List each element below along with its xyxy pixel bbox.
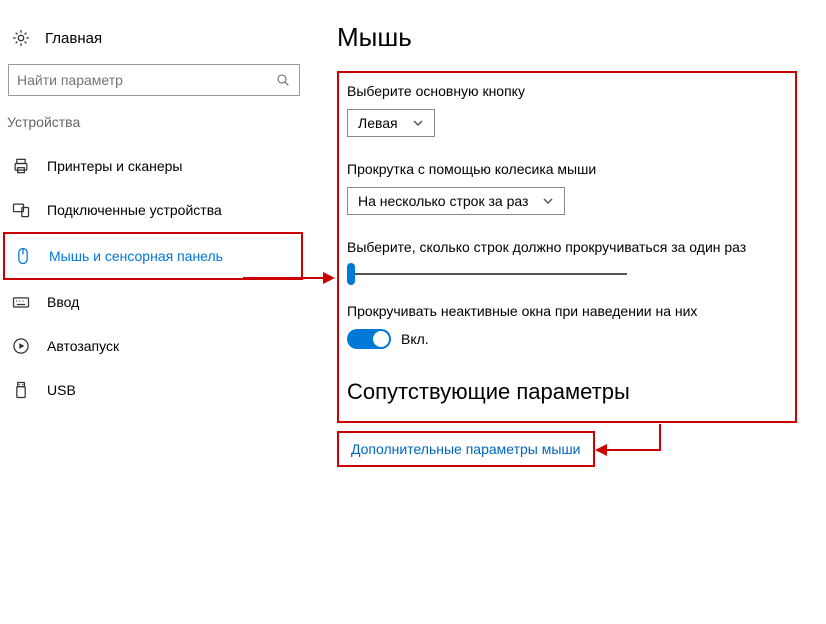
- section-heading: Устройства: [3, 114, 303, 144]
- gear-icon: [11, 28, 31, 48]
- sidebar-item-connected[interactable]: Подключенные устройства: [3, 188, 303, 232]
- additional-mouse-link[interactable]: Дополнительные параметры мыши: [351, 441, 581, 457]
- sidebar-item-label: Подключенные устройства: [47, 202, 222, 218]
- devices-icon: [11, 200, 31, 220]
- toggle-state-label: Вкл.: [401, 331, 429, 347]
- inactive-toggle[interactable]: [347, 329, 391, 349]
- lines-label: Выберите, сколько строк должно прокручив…: [347, 239, 787, 255]
- sidebar-item-autoplay[interactable]: Автозапуск: [3, 324, 303, 368]
- printer-icon: [11, 156, 31, 176]
- primary-button-dropdown[interactable]: Левая: [347, 109, 435, 137]
- slider-thumb[interactable]: [347, 263, 355, 285]
- search-input[interactable]: [17, 72, 275, 88]
- chevron-down-icon: [412, 117, 424, 129]
- scroll-label: Прокрутка с помощью колесика мыши: [347, 161, 787, 177]
- scroll-dropdown[interactable]: На несколько строк за раз: [347, 187, 565, 215]
- annotation-highlight-link: Дополнительные параметры мыши: [337, 431, 595, 467]
- mouse-icon: [13, 246, 33, 266]
- toggle-knob: [373, 331, 389, 347]
- chevron-down-icon: [542, 195, 554, 207]
- sidebar-item-label: Принтеры и сканеры: [47, 158, 182, 174]
- sidebar-item-label: Автозапуск: [47, 338, 119, 354]
- inactive-label: Прокручивать неактивные окна при наведен…: [347, 303, 787, 319]
- search-input-container[interactable]: [8, 64, 300, 96]
- home-label: Главная: [45, 30, 102, 47]
- home-nav[interactable]: Главная: [3, 20, 303, 64]
- keyboard-icon: [11, 292, 31, 312]
- sidebar-item-label: Мышь и сенсорная панель: [49, 248, 223, 264]
- primary-button-label: Выберите основную кнопку: [347, 83, 787, 99]
- usb-icon: [11, 380, 31, 400]
- sidebar-item-label: Ввод: [47, 294, 79, 310]
- sidebar: Главная Устройства Принтеры и сканеры По…: [3, 20, 303, 412]
- slider-track-line: [347, 273, 627, 275]
- main-panel: Мышь Выберите основную кнопку Левая Прок…: [337, 22, 797, 467]
- page-title: Мышь: [337, 22, 797, 53]
- lines-slider[interactable]: [347, 265, 627, 283]
- related-heading: Сопутствующие параметры: [347, 379, 787, 405]
- sidebar-item-label: USB: [47, 382, 76, 398]
- sidebar-item-usb[interactable]: USB: [3, 368, 303, 412]
- annotation-highlight-main: Выберите основную кнопку Левая Прокрутка…: [337, 71, 797, 423]
- sidebar-item-printers[interactable]: Принтеры и сканеры: [3, 144, 303, 188]
- dropdown-value: Левая: [358, 115, 398, 131]
- dropdown-value: На несколько строк за раз: [358, 193, 528, 209]
- sidebar-item-typing[interactable]: Ввод: [3, 280, 303, 324]
- sidebar-item-mouse[interactable]: Мышь и сенсорная панель: [3, 232, 303, 280]
- autoplay-icon: [11, 336, 31, 356]
- search-icon: [275, 72, 291, 88]
